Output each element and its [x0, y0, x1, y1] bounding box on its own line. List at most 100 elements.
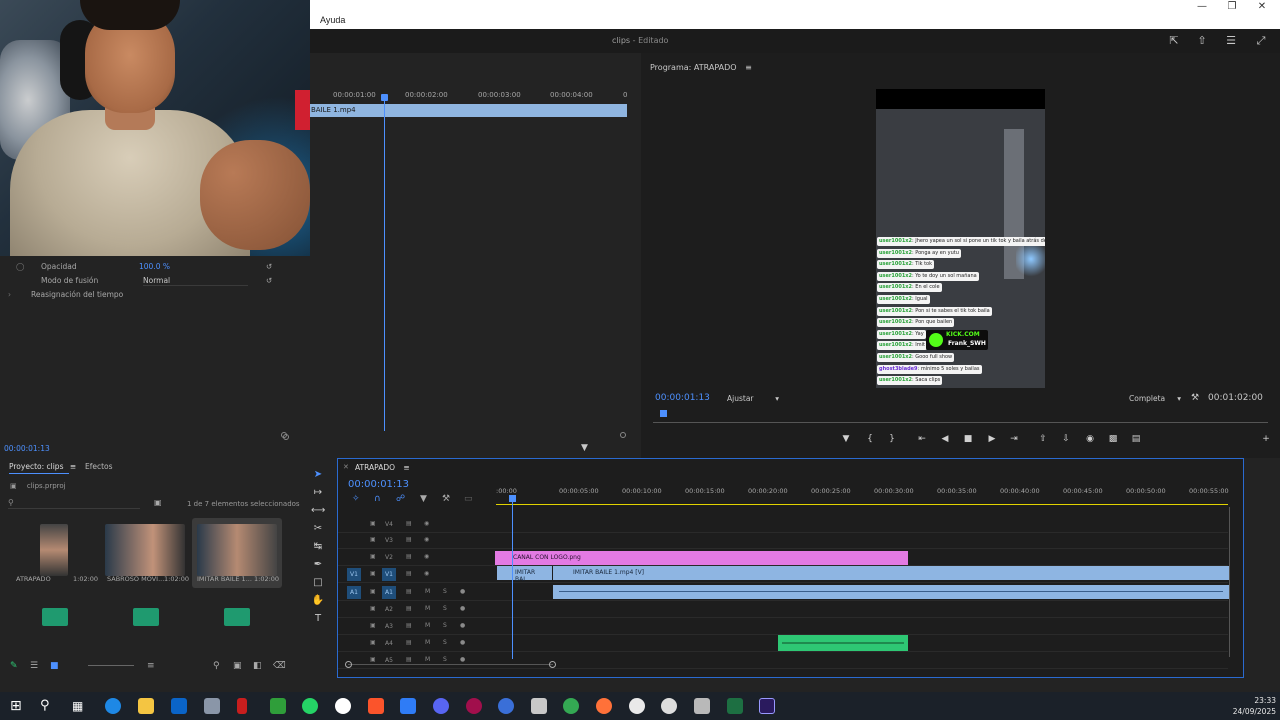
sequence-tab[interactable]: ATRAPADO ≡ [355, 463, 410, 472]
program-playhead[interactable] [660, 410, 667, 417]
solo-icon[interactable]: S [443, 639, 447, 646]
app-icon[interactable] [531, 698, 547, 714]
workspaces-icon[interactable]: ☰ [1224, 34, 1238, 48]
go-to-in-icon[interactable]: ⇤ [916, 433, 928, 445]
time-remap-row[interactable]: › Reasignación del tiempo [0, 287, 283, 301]
app-icon[interactable] [237, 698, 247, 714]
razor-tool-icon[interactable]: ✂ [311, 522, 325, 536]
project-item-thumb[interactable] [40, 524, 68, 576]
lock-icon[interactable]: ▣ [370, 622, 376, 629]
eye-icon[interactable]: ◉ [424, 520, 429, 527]
new-bin-icon[interactable]: ▣ [233, 661, 242, 671]
app-icon[interactable] [466, 698, 482, 714]
add-button-icon[interactable]: + [1260, 433, 1272, 445]
captions-icon[interactable]: ▭ [464, 494, 473, 504]
eye-icon[interactable]: ◉ [424, 570, 429, 577]
icon-view-icon[interactable]: ■ [50, 661, 59, 671]
lock-icon[interactable]: ▣ [370, 656, 376, 663]
microphone-icon[interactable]: ● [460, 605, 465, 612]
blend-mode-select[interactable]: Normal [143, 276, 248, 286]
step-back-icon[interactable]: ◀ [939, 433, 951, 445]
stopwatch-icon[interactable]: ◯ [16, 262, 24, 271]
start-icon[interactable]: ⊞ [10, 698, 26, 714]
type-tool-icon[interactable]: T [311, 612, 325, 626]
microphone-icon[interactable]: ● [460, 639, 465, 646]
linked-selection-icon[interactable]: ☍ [396, 494, 405, 504]
sort-icon[interactable]: ≡ [147, 661, 155, 671]
go-to-out-icon[interactable]: ⇥ [1008, 433, 1020, 445]
panel-menu-icon[interactable]: ≡ [70, 462, 76, 471]
lock-icon[interactable]: ▣ [370, 605, 376, 612]
edge-icon[interactable] [105, 698, 121, 714]
sync-lock-icon[interactable]: ▤ [406, 570, 412, 577]
source-patch-a1[interactable]: A1 [347, 586, 361, 599]
timeline-settings-icon[interactable]: ⚒ [442, 494, 450, 504]
mute-icon[interactable]: M [425, 605, 430, 612]
lock-icon[interactable]: ▣ [370, 553, 376, 560]
project-item-1[interactable]: ATRAPADO 1:02:00 [16, 575, 98, 583]
quality-select[interactable]: Completa ▾ [1129, 394, 1181, 403]
sync-lock-icon[interactable]: ▤ [406, 520, 412, 527]
minimize-icon[interactable]: — [1187, 0, 1217, 14]
effects-timecode[interactable]: 00:00:01:13 [4, 444, 50, 453]
eye-icon[interactable]: ◉ [424, 553, 429, 560]
excel-icon[interactable] [727, 698, 743, 714]
solo-icon[interactable]: S [443, 656, 447, 663]
source-ruler[interactable]: 00:00:01:00 00:00:02:00 00:00:03:00 00:0… [310, 89, 630, 103]
clip-green-audio[interactable] [778, 635, 908, 651]
stop-icon[interactable]: ■ [962, 433, 974, 445]
solo-icon[interactable]: S [443, 622, 447, 629]
mark-out-icon[interactable]: } [886, 433, 898, 445]
source-playhead[interactable] [384, 96, 385, 431]
new-bin-icon[interactable]: ▣ [154, 498, 162, 507]
scroll-handle-left[interactable] [345, 661, 352, 668]
lock-icon[interactable]: ▣ [370, 639, 376, 646]
clip-imitar-audio[interactable] [553, 585, 1229, 599]
track-target-v4[interactable]: V4 [382, 518, 396, 531]
work-area-bar[interactable] [496, 504, 1228, 505]
project-item-3[interactable]: IMITAR BAILE 1... 1:02:00 [197, 575, 279, 583]
source-playhead-handle[interactable] [381, 94, 388, 101]
track-target-a2[interactable]: A2 [382, 603, 396, 616]
clip-canal-logo[interactable]: CANAL CON LOGO.png [495, 551, 908, 565]
chevron-right-icon[interactable]: › [8, 290, 11, 299]
reset-icon[interactable]: ↺ [266, 276, 272, 285]
add-marker-icon[interactable]: ▼ [840, 433, 852, 445]
track-target-a1[interactable]: A1 [382, 586, 396, 599]
sync-lock-icon[interactable]: ▤ [406, 656, 412, 663]
premiere-icon[interactable] [759, 698, 775, 714]
track-target-v2[interactable]: V2 [382, 551, 396, 564]
scroll-handle-right[interactable] [620, 432, 626, 438]
mute-icon[interactable]: M [425, 622, 430, 629]
whatsapp-icon[interactable] [302, 698, 318, 714]
mute-icon[interactable]: M [425, 639, 430, 646]
microphone-icon[interactable]: ● [460, 656, 465, 663]
clip-imitar-video[interactable]: IMITAR BAILE 1.mp4 [V] [553, 566, 1229, 580]
app-icon[interactable] [629, 698, 645, 714]
fit-select[interactable]: Ajustar ▾ [727, 394, 779, 403]
zoom-slider[interactable] [88, 665, 134, 666]
opacity-row[interactable]: ◯ Opacidad 100.0 % ↺ [0, 259, 283, 273]
firefox-icon[interactable] [596, 698, 612, 714]
horizontal-scrollbar[interactable] [348, 664, 553, 665]
opacity-value[interactable]: 100.0 % [139, 262, 170, 271]
add-marker-icon[interactable]: ▼ [420, 494, 427, 504]
source-clip[interactable]: BAILE 1.mp4 [310, 104, 627, 117]
eye-icon[interactable]: ◉ [424, 536, 429, 543]
track-target-v1[interactable]: V1 [382, 568, 396, 581]
extract-icon[interactable]: ⇩ [1060, 433, 1072, 445]
audio-clip-thumb[interactable] [224, 608, 250, 626]
app-icon[interactable] [204, 698, 220, 714]
lift-icon[interactable]: ⇧ [1037, 433, 1049, 445]
tab-effects[interactable]: Efectos [85, 462, 113, 471]
hand-tool-icon[interactable]: ✋ [311, 594, 325, 608]
project-item-thumb[interactable] [105, 524, 185, 576]
program-video-frame[interactable]: user1001x2: Jhero yapea un sol si pone u… [876, 89, 1045, 388]
compare-icon[interactable]: ▩ [1107, 433, 1119, 445]
timeline-timecode[interactable]: 00:00:01:13 [348, 479, 409, 490]
restore-icon[interactable]: ❐ [1217, 0, 1247, 14]
app-icon[interactable] [694, 698, 710, 714]
microphone-icon[interactable]: ● [460, 588, 465, 595]
panel-menu-icon[interactable]: ≡ [745, 63, 752, 72]
search-input[interactable]: ⚲ [8, 498, 140, 509]
